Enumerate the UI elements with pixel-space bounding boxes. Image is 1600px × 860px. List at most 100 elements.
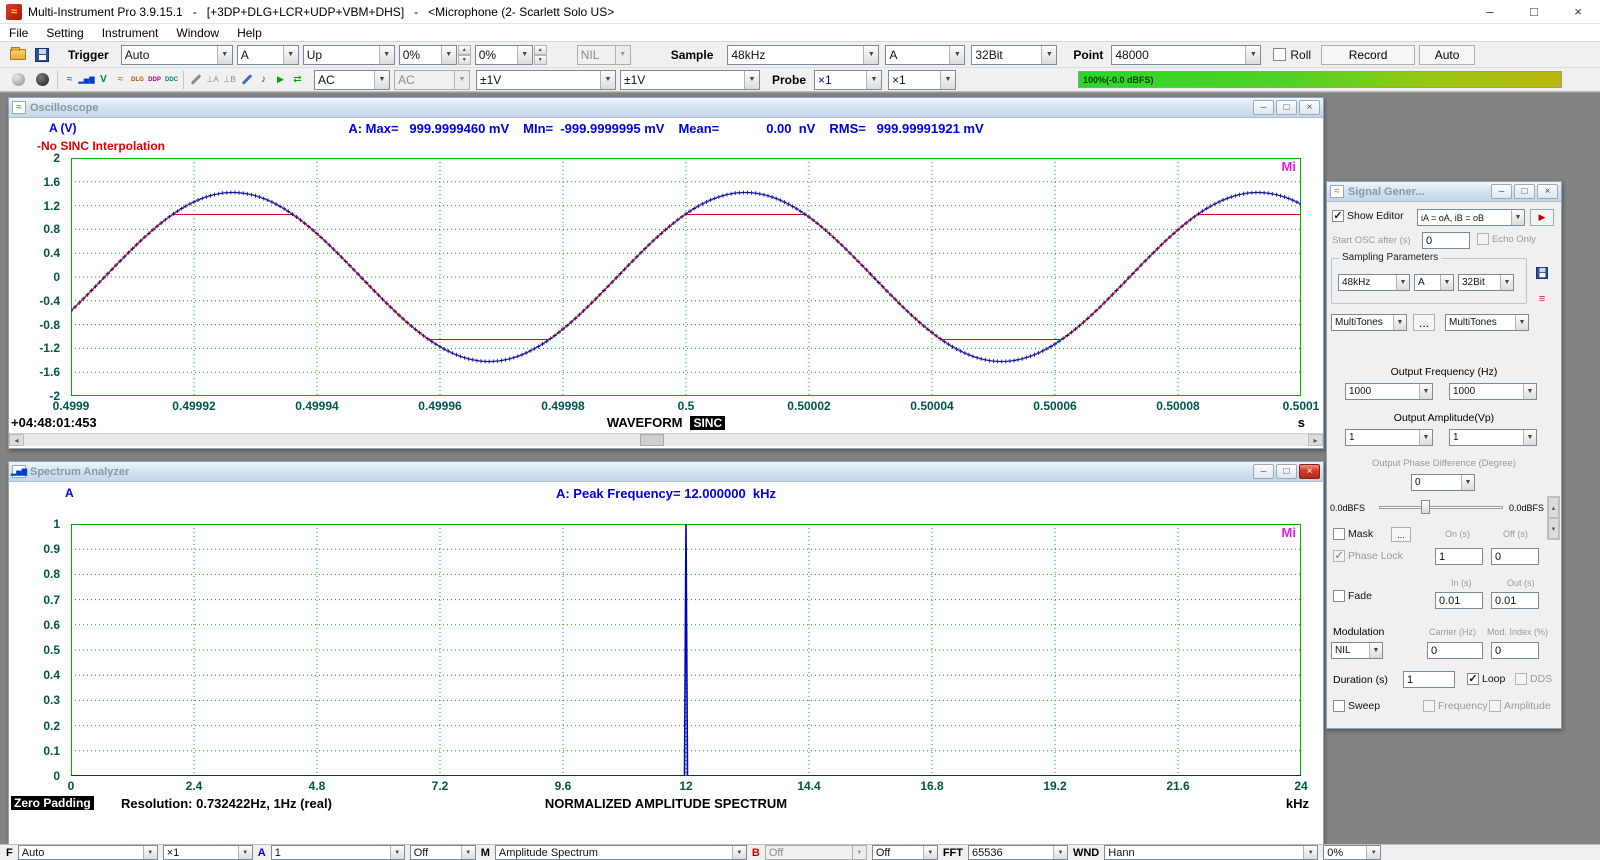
oscilloscope-view-icon[interactable]: ≈ <box>61 71 78 89</box>
probe-a-combo[interactable]: ×1▼ <box>814 70 882 90</box>
trigger-delay-spinner[interactable]: ▲▼ <box>534 45 547 65</box>
maximize-button[interactable]: □ <box>1276 100 1297 115</box>
phase-difference-combo[interactable]: 0▼ <box>1411 474 1475 491</box>
menu-file[interactable]: File <box>0 25 37 41</box>
save-signal-icon[interactable] <box>1533 264 1551 282</box>
spin-down-icon[interactable]: ▼ <box>458 55 471 65</box>
maximize-button[interactable]: □ <box>1276 464 1297 479</box>
window-function-combo[interactable]: Hann▼ <box>1104 845 1318 860</box>
fade-out-input[interactable]: 0.01 <box>1491 592 1539 609</box>
sound-card-setup-icon[interactable] <box>238 71 255 89</box>
fft-size-combo[interactable]: 65536▼ <box>968 845 1068 860</box>
spin-up-icon[interactable]: ▲ <box>534 45 547 55</box>
trigger-level-combo[interactable]: 0%▼ <box>399 45 457 65</box>
routing-combo[interactable]: iA = oA, iB = oB▼ <box>1417 209 1525 226</box>
start-osc-input[interactable]: 0 <box>1422 232 1470 249</box>
frequency-a-combo[interactable]: 1000▼ <box>1345 383 1433 400</box>
scroll-right-icon[interactable]: ▸ <box>1308 434 1323 446</box>
b-mode-combo[interactable]: Off▼ <box>872 845 938 860</box>
minimize-button[interactable]: – <box>1468 0 1512 23</box>
auto-scale-button[interactable]: Auto <box>1419 45 1475 65</box>
sg-sampling-bits-combo[interactable]: 32Bit▼ <box>1458 274 1514 291</box>
panel-vertical-scrollbar[interactable]: ▴ ▾ <box>1547 496 1560 540</box>
run-icon[interactable]: ▶ <box>272 71 289 89</box>
oscilloscope-titlebar[interactable]: ≈ Oscilloscope – □ × <box>9 98 1323 118</box>
close-button[interactable]: × <box>1299 100 1320 115</box>
frequency-b-combo[interactable]: 1000▼ <box>1449 383 1537 400</box>
loop-checkbox[interactable]: ✓ Loop <box>1467 673 1505 685</box>
frequency-mult-combo[interactable]: ×1▼ <box>163 845 253 860</box>
trigger-delay-combo[interactable]: 0%▼ <box>475 45 533 65</box>
mask-more-button[interactable]: ... <box>1391 527 1411 542</box>
trigger-level-spinner[interactable]: ▲▼ <box>458 45 471 65</box>
output-level-slider[interactable] <box>1379 500 1503 514</box>
run-indicator-icon[interactable] <box>6 69 30 91</box>
spin-down-icon[interactable]: ▼ <box>534 55 547 65</box>
phase-lock-on-input[interactable]: 1 <box>1435 548 1483 565</box>
multimeter-view-icon[interactable]: V <box>95 71 112 89</box>
sampling-channel-combo[interactable]: A▼ <box>885 45 965 65</box>
amplitude-b-combo[interactable]: 1▼ <box>1449 429 1537 446</box>
trigger-source-combo[interactable]: A▼ <box>237 45 299 65</box>
scope-horizontal-scrollbar[interactable]: ◂ ▸ <box>9 433 1323 446</box>
overlap-combo[interactable]: 0%▼ <box>1323 845 1381 860</box>
scroll-up-icon[interactable]: ▴ <box>1548 497 1559 518</box>
maximize-button[interactable]: □ <box>1512 0 1556 23</box>
more-button[interactable]: ... <box>1413 314 1435 331</box>
fade-checkbox[interactable]: Fade <box>1333 590 1372 602</box>
sampling-rate-combo[interactable]: 48kHz▼ <box>727 45 879 65</box>
record-button[interactable]: Record <box>1321 45 1415 65</box>
phase-lock-off-input[interactable]: 0 <box>1491 548 1539 565</box>
save-file-icon[interactable] <box>30 44 54 66</box>
slider-thumb[interactable] <box>1421 500 1430 514</box>
close-button[interactable]: × <box>1537 184 1558 199</box>
measurement-mode-combo[interactable]: Amplitude Spectrum▼ <box>495 845 747 860</box>
scrollbar-track[interactable] <box>24 434 1308 446</box>
range-a-combo[interactable]: ±1V▼ <box>476 70 616 90</box>
roll-checkbox[interactable]: Roll <box>1273 48 1311 62</box>
menu-window[interactable]: Window <box>167 25 228 41</box>
sinc-badge[interactable]: SINC <box>690 416 725 430</box>
minimize-button[interactable]: – <box>1253 464 1274 479</box>
maximize-button[interactable]: □ <box>1514 184 1535 199</box>
scroll-left-icon[interactable]: ◂ <box>9 434 24 446</box>
ddp-viewer-icon[interactable]: DDP <box>146 71 163 89</box>
open-file-icon[interactable] <box>6 44 30 66</box>
spectrum-3d-view-icon[interactable]: ≈ <box>112 71 129 89</box>
close-button[interactable]: × <box>1556 0 1600 23</box>
signal-file-icon[interactable]: ≡ <box>1533 290 1551 308</box>
device-test-plan-icon[interactable] <box>187 71 204 89</box>
probe-b-combo[interactable]: ×1▼ <box>888 70 956 90</box>
menu-instrument[interactable]: Instrument <box>93 25 168 41</box>
range-b-combo[interactable]: ±1V▼ <box>620 70 760 90</box>
menu-setting[interactable]: Setting <box>37 25 92 41</box>
close-button[interactable]: × <box>1299 464 1320 479</box>
speaker-icon[interactable]: ♪ <box>255 71 272 89</box>
coupling-a-combo[interactable]: AC▼ <box>314 70 390 90</box>
amplitude-a-combo[interactable]: 1▼ <box>1345 429 1433 446</box>
a-mode-combo[interactable]: Off▼ <box>410 845 476 860</box>
duration-input[interactable]: 1 <box>1403 671 1455 688</box>
ddc-viewer-icon[interactable]: DDC <box>163 71 180 89</box>
trigger-edge-combo[interactable]: Up▼ <box>303 45 395 65</box>
spin-up-icon[interactable]: ▲ <box>458 45 471 55</box>
mask-checkbox[interactable]: Mask <box>1333 528 1373 540</box>
a-axis-combo[interactable]: 1▼ <box>271 845 405 860</box>
carrier-input[interactable]: 0 <box>1427 642 1483 659</box>
spectrum-titlebar[interactable]: ▂▅▇ Spectrum Analyzer – □ × <box>9 462 1323 482</box>
sweep-checkbox[interactable]: Sweep <box>1333 700 1380 712</box>
sg-sampling-rate-combo[interactable]: 48kHz▼ <box>1338 274 1410 291</box>
record-length-combo[interactable]: 48000▼ <box>1111 45 1261 65</box>
minimize-button[interactable]: – <box>1491 184 1512 199</box>
generator-play-button[interactable]: ▶ <box>1530 209 1554 226</box>
scrollbar-thumb[interactable] <box>640 434 664 446</box>
stop-indicator-icon[interactable] <box>30 69 54 91</box>
waveform-b-combo[interactable]: MultiTones▼ <box>1445 314 1529 331</box>
spectrum-view-icon[interactable]: ▂▅▇ <box>78 71 95 89</box>
loop-icon[interactable]: ⇄ <box>289 71 306 89</box>
modulation-type-combo[interactable]: NIL▼ <box>1331 642 1383 659</box>
data-logger-view-icon[interactable]: DLG <box>129 71 146 89</box>
menu-help[interactable]: Help <box>228 25 271 41</box>
mod-index-input[interactable]: 0 <box>1491 642 1539 659</box>
sg-sampling-channel-combo[interactable]: A▼ <box>1414 274 1454 291</box>
